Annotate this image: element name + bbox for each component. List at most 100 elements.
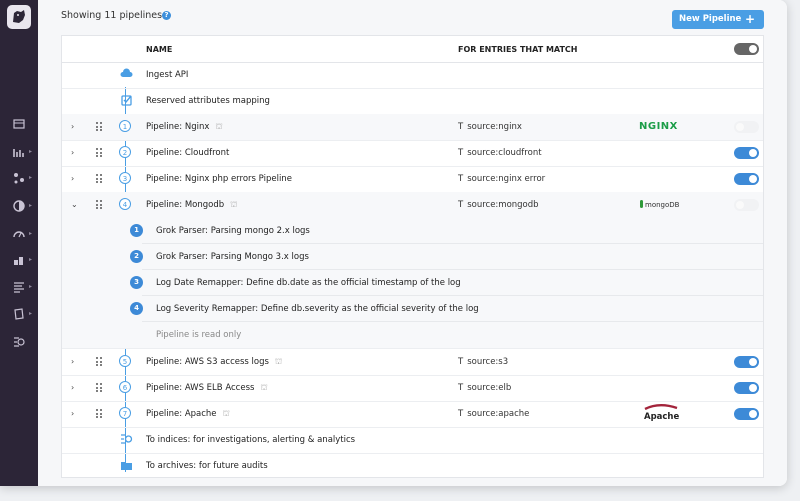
read-only-note: Pipeline is read only (156, 330, 242, 340)
pipeline-row-mongodb[interactable]: ⌄ 4 Pipeline: Mongodb ⛫ Tsource:mongodb m… (62, 192, 763, 219)
column-filter-header: FOR ENTRIES THAT MATCH (458, 45, 578, 54)
dashboard-icon[interactable] (13, 118, 25, 130)
toggle-all-switch[interactable] (734, 43, 759, 55)
pipeline-toggle[interactable] (734, 382, 759, 394)
logs-caret-icon: ▸ (29, 283, 33, 290)
drag-handle-icon[interactable] (96, 409, 102, 418)
drag-handle-icon[interactable] (96, 357, 102, 366)
integrations-caret-icon: ▸ (29, 174, 33, 181)
monitors-icon[interactable] (13, 200, 25, 212)
processor-row[interactable]: 3 Log Date Remapper: Define db.date as t… (62, 270, 763, 296)
pipeline-count: Showing 11 pipelines (61, 10, 163, 21)
processor-row[interactable]: 1 Grok Parser: Parsing mongo 2.x logs (62, 218, 763, 244)
chevron-right-icon[interactable]: › (71, 174, 74, 183)
pipeline-toggle[interactable] (734, 147, 759, 159)
help-icon[interactable]: ? (162, 11, 171, 20)
filter-query: source:nginx (467, 122, 522, 132)
table-row[interactable]: To archives: for future audits (62, 453, 763, 479)
table-row[interactable]: Reserved attributes mapping (62, 88, 763, 115)
monitors-caret-icon: ▸ (29, 202, 33, 209)
chevron-right-icon[interactable]: › (71, 122, 74, 131)
row-name: To archives: for future audits (146, 461, 268, 471)
pipeline-toggle[interactable] (734, 121, 759, 133)
filter-type-icon: T (458, 383, 464, 393)
sidebar: ▸ ▸ ▸ ▸ ▸ ▸ ▸ (0, 0, 38, 486)
row-name: Ingest API (146, 70, 189, 80)
drag-handle-icon[interactable] (96, 200, 102, 209)
filter-query: source:s3 (467, 357, 509, 367)
processor-row[interactable]: 4 Log Severity Remapper: Define db.sever… (62, 296, 763, 322)
datadog-logo[interactable] (7, 5, 31, 29)
filter-type-icon: T (458, 148, 464, 158)
infrastructure-icon[interactable] (13, 254, 25, 266)
chevron-right-icon[interactable]: › (71, 383, 74, 392)
read-only-lock-icon: ⛫ (215, 122, 223, 131)
pipeline-filter: Tsource:elb (458, 383, 511, 393)
main-content: Showing 11 pipelines ? New Pipeline + NA… (38, 0, 787, 486)
pipeline-row-aws-s3[interactable]: › 5 Pipeline: AWS S3 access logs ⛫ Tsourc… (62, 349, 763, 376)
pipeline-row-aws-elb[interactable]: › 6 Pipeline: AWS ELB Access ⛫ Tsource:el… (62, 375, 763, 402)
pipeline-name-wrap: Pipeline: AWS ELB Access ⛫ (146, 383, 268, 393)
pipeline-name: Pipeline: Mongodb (146, 200, 225, 210)
metrics-icon[interactable] (13, 146, 25, 158)
checkbox-icon (120, 94, 133, 106)
pipeline-number: 4 (119, 198, 131, 210)
filter-query: source:apache (467, 409, 530, 419)
processor-number: 1 (130, 224, 143, 237)
folder-icon (120, 459, 133, 471)
filter-query: source:elb (467, 383, 512, 393)
logs-icon[interactable] (13, 281, 25, 293)
processor-name: Log Date Remapper: Define db.date as the… (156, 278, 461, 288)
pipeline-toggle[interactable] (734, 173, 759, 185)
chevron-down-icon[interactable]: ⌄ (71, 200, 78, 209)
drag-handle-icon[interactable] (96, 122, 102, 131)
infrastructure-caret-icon: ▸ (29, 256, 33, 263)
pipeline-row-nginx-php[interactable]: › 3 Pipeline: Nginx php errors Pipeline … (62, 166, 763, 193)
processor-number: 3 (130, 276, 143, 289)
pipeline-number: 7 (119, 407, 131, 419)
processor-number: 4 (130, 302, 143, 315)
pipeline-name: Pipeline: Nginx (146, 122, 210, 132)
pipeline-filter: Tsource:s3 (458, 357, 508, 367)
drag-handle-icon[interactable] (96, 148, 102, 157)
pipeline-row-cloudfront[interactable]: › 2 Pipeline: Cloudfront Tsource:cloudfr… (62, 140, 763, 167)
drag-handle-icon[interactable] (96, 383, 102, 392)
pipeline-toggle[interactable] (734, 408, 759, 420)
apache-logo-text: Apache (644, 412, 680, 422)
pipeline-row-apache[interactable]: › 7 Pipeline: Apache ⛫ Tsource:apache Apa… (62, 401, 763, 428)
pipeline-name-wrap: Pipeline: Mongodb ⛫ (146, 200, 238, 210)
notebooks-icon[interactable] (13, 308, 25, 320)
processor-row[interactable]: 2 Grok Parser: Parsing Mongo 3.x logs (62, 244, 763, 270)
new-pipeline-button[interactable]: New Pipeline + (672, 10, 764, 29)
indices-icon (120, 433, 133, 445)
pipeline-toggle[interactable] (734, 356, 759, 368)
pipeline-row-nginx[interactable]: › 1 Pipeline: Nginx ⛫ Tsource:nginx NGINX (62, 114, 763, 141)
mongodb-logo: mongoDB (640, 200, 679, 209)
apm-icon[interactable] (13, 228, 25, 240)
integrations-icon[interactable] (13, 172, 25, 184)
pipeline-toggle[interactable] (734, 199, 759, 211)
synthetics-icon[interactable] (13, 336, 25, 348)
pipeline-number: 3 (119, 172, 131, 184)
filter-type-icon: T (458, 122, 464, 132)
mongodb-logo-text: mongoDB (645, 201, 680, 209)
apm-caret-icon: ▸ (29, 230, 33, 237)
chevron-right-icon[interactable]: › (71, 409, 74, 418)
pipeline-name: Pipeline: Apache (146, 409, 217, 419)
pipeline-name-wrap: Pipeline: AWS S3 access logs ⛫ (146, 357, 282, 367)
pipeline-name-wrap: Pipeline: Apache ⛫ (146, 409, 230, 419)
pipeline-name: Pipeline: Cloudfront (146, 148, 230, 158)
read-only-lock-icon: ⛫ (230, 200, 238, 209)
read-only-note-row: Pipeline is read only (62, 322, 763, 349)
plus-icon: + (744, 12, 755, 26)
nginx-logo: NGINX (639, 121, 678, 132)
app-window: ▸ ▸ ▸ ▸ ▸ ▸ ▸ Showing 11 pipelines ? New… (0, 0, 787, 486)
pipeline-name: Pipeline: AWS ELB Access (146, 383, 255, 393)
chevron-right-icon[interactable]: › (71, 148, 74, 157)
drag-handle-icon[interactable] (96, 174, 102, 183)
mongodb-leaf-icon (640, 200, 643, 208)
filter-query: source:nginx error (467, 174, 546, 184)
processor-number: 2 (130, 250, 143, 263)
table-row[interactable]: To indices: for investigations, alerting… (62, 427, 763, 454)
chevron-right-icon[interactable]: › (71, 357, 74, 366)
